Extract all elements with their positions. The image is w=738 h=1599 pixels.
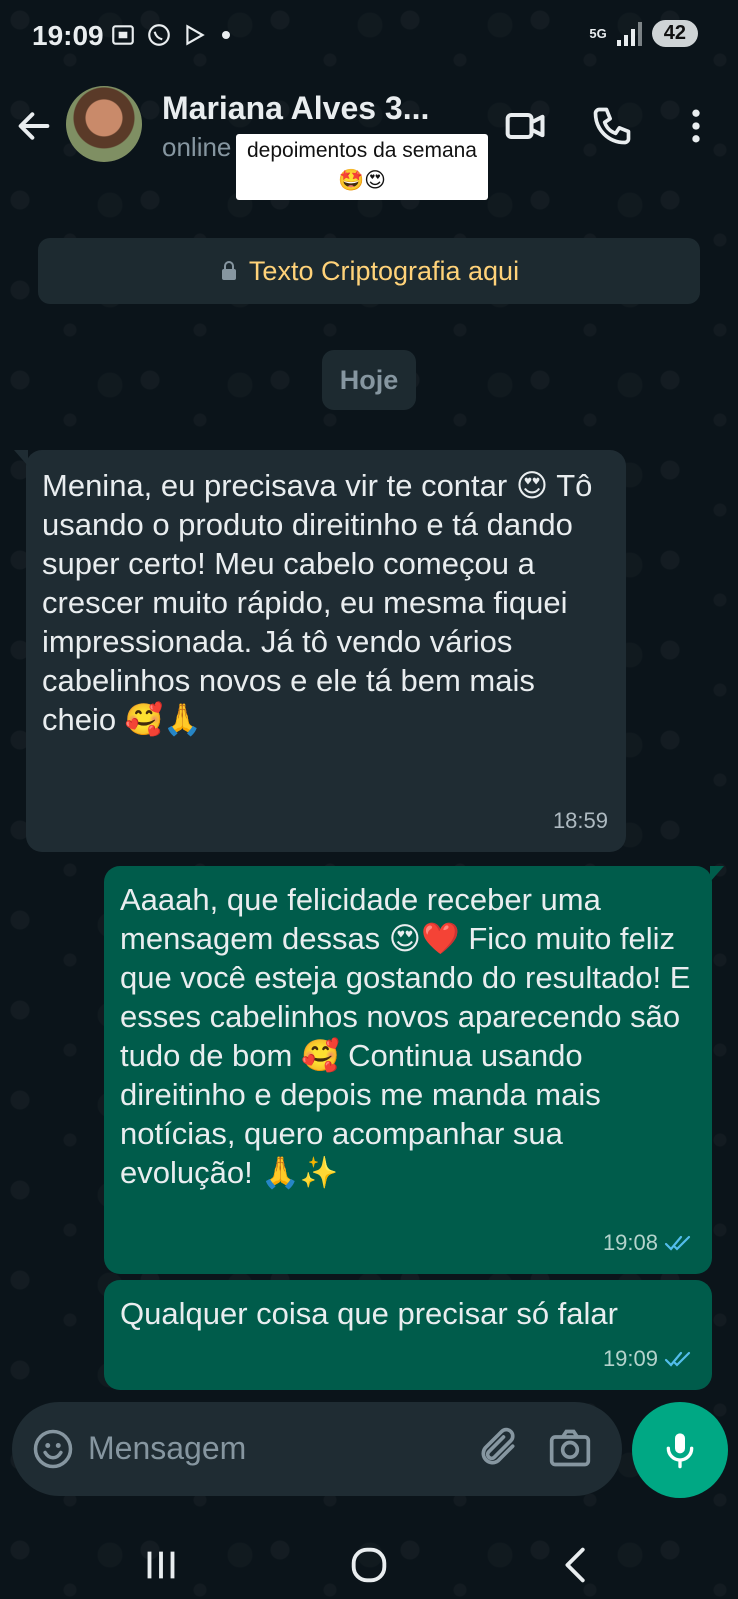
- message-bubble-incoming[interactable]: Menina, eu precisava vir te contar 😍 Tô …: [14, 450, 626, 852]
- nav-back-icon[interactable]: [554, 1542, 600, 1588]
- message-time: 18:59: [552, 808, 608, 833]
- message-meta: 18:59: [553, 801, 608, 840]
- battery-indicator: 42: [651, 20, 698, 47]
- phone-icon[interactable]: [590, 104, 634, 148]
- message-text: Menina, eu precisava vir te contar 😍 Tô …: [42, 468, 593, 737]
- chat-header: Mariana Alves 3... online depoimentos da…: [0, 74, 738, 200]
- message-meta: 19:09: [603, 1339, 694, 1378]
- camera-icon[interactable]: [548, 1426, 592, 1470]
- message-time: 19:08: [602, 1230, 658, 1255]
- bubble-tail: [710, 866, 724, 882]
- encryption-notice[interactable]: Texto Criptografia aqui: [38, 238, 700, 304]
- message-input[interactable]: Mensagem: [88, 1430, 246, 1467]
- notification-icons: [110, 22, 230, 48]
- network-type-badge: 5G: [589, 26, 607, 41]
- contact-status: online: [162, 132, 232, 162]
- message-text: Aaaah, que felicidade receber uma mensag…: [120, 882, 691, 1190]
- message-time: 19:09: [602, 1346, 658, 1371]
- mic-button[interactable]: [632, 1402, 728, 1498]
- status-right-icons: 5G 42: [589, 20, 698, 47]
- play-store-notification-icon: [186, 24, 205, 46]
- emoji-icon[interactable]: [32, 1428, 74, 1470]
- date-chip: Hoje: [322, 350, 416, 410]
- double-check-read-icon: [664, 1351, 691, 1367]
- status-bar: 19:09 5G 42: [0, 0, 738, 74]
- message-composer[interactable]: Mensagem: [12, 1402, 622, 1496]
- message-bubble-outgoing[interactable]: Qualquer coisa que precisar só falar 19:…: [104, 1280, 712, 1390]
- mic-icon: [666, 1433, 694, 1469]
- recent-apps-icon[interactable]: [138, 1542, 184, 1588]
- whatsapp-notification-icon: [148, 24, 170, 46]
- message-meta: 19:08: [603, 1223, 694, 1262]
- arrow-left-icon[interactable]: [14, 106, 54, 146]
- encryption-notice-text: Texto Criptografia aqui: [248, 255, 520, 286]
- lock-icon: [221, 261, 236, 280]
- video-call-icon[interactable]: [504, 104, 548, 148]
- contact-name[interactable]: Mariana Alves 3...: [162, 90, 429, 127]
- message-text: Qualquer coisa que precisar só falar: [120, 1296, 618, 1331]
- system-nav-bar: [0, 1530, 738, 1599]
- screenshot-icon: [112, 25, 134, 45]
- home-icon[interactable]: [346, 1542, 392, 1588]
- message-bubble-outgoing[interactable]: Aaaah, que felicidade receber uma mensag…: [104, 866, 724, 1274]
- double-check-read-icon: [664, 1235, 691, 1251]
- more-notifications-dot: [222, 31, 230, 39]
- more-vert-icon[interactable]: [674, 104, 718, 148]
- paperclip-icon[interactable]: [476, 1426, 520, 1470]
- story-text-sticker: depoimentos da semana🤩😍: [236, 134, 488, 200]
- avatar[interactable]: [66, 86, 142, 162]
- bubble-tail: [14, 450, 28, 466]
- status-time: 19:09: [32, 20, 104, 51]
- signal-icon: [616, 21, 642, 46]
